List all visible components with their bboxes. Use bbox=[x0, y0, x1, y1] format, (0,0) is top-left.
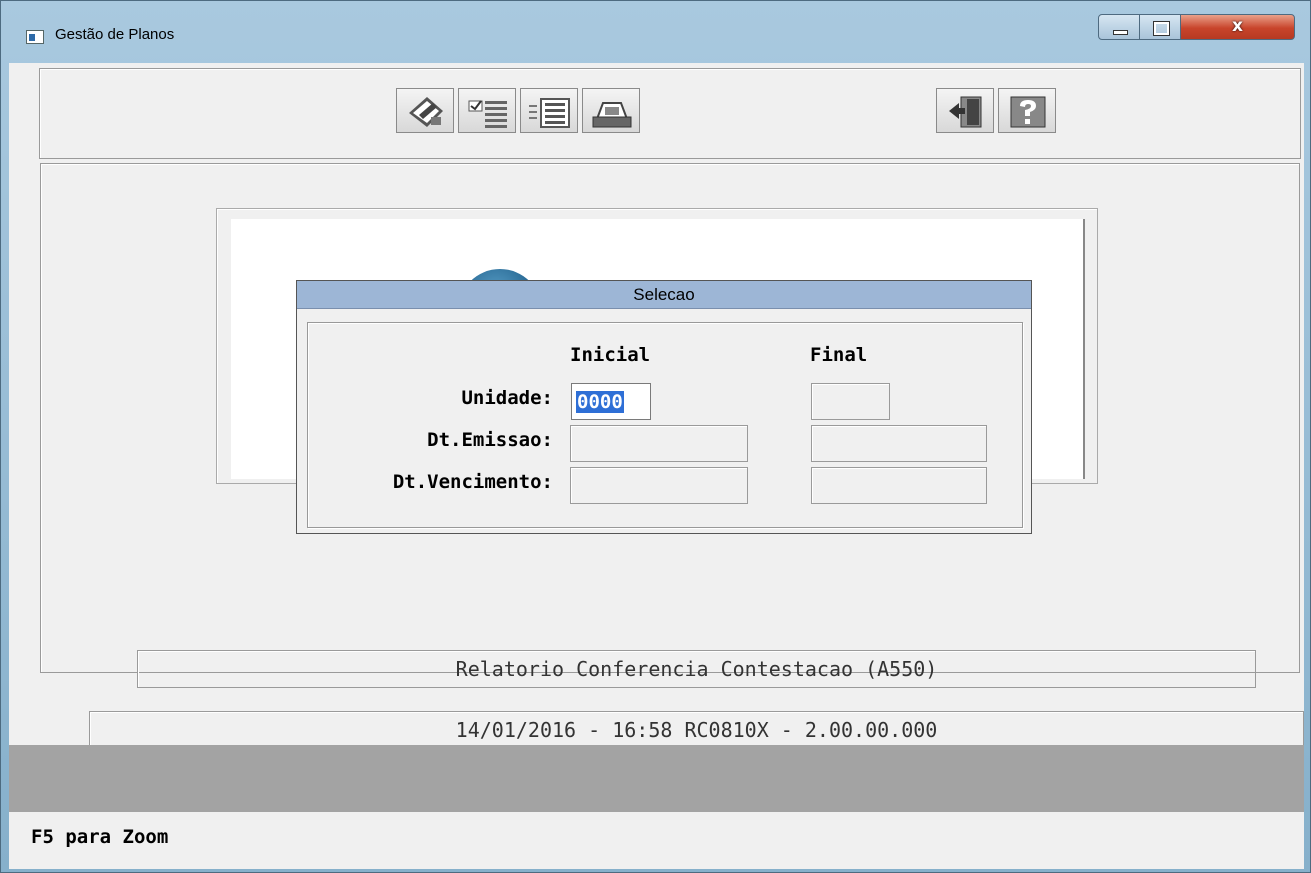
help-button[interactable] bbox=[998, 88, 1056, 133]
selection-dialog: Selecao Inicial Final Unidade: 0000 Dt.E… bbox=[296, 280, 1032, 534]
app-icon[interactable] bbox=[26, 30, 44, 44]
dt-emissao-final-input[interactable] bbox=[811, 425, 987, 462]
checklist-icon bbox=[468, 100, 507, 128]
exit-door-icon bbox=[949, 96, 982, 128]
unidade-final-input[interactable] bbox=[811, 383, 890, 420]
list-icon bbox=[529, 98, 570, 128]
status-hint: F5 para Zoom bbox=[31, 826, 169, 848]
dt-emissao-inicial-input[interactable] bbox=[570, 425, 748, 462]
dt-vencimento-label: Dt.Vencimento: bbox=[392, 471, 553, 493]
close-icon: x bbox=[1232, 16, 1243, 36]
app-window: Gestão de Planos x Relatorio Conferencia… bbox=[0, 0, 1311, 873]
minimize-button[interactable] bbox=[1098, 14, 1140, 40]
unidade-inicial-value: 0000 bbox=[576, 391, 624, 413]
parameters-button[interactable] bbox=[458, 88, 516, 133]
program-info: 14/01/2016 - 16:58 RC0810X - 2.00.00.000 bbox=[89, 711, 1304, 749]
pencil-icon bbox=[409, 97, 443, 127]
toolbar bbox=[39, 68, 1301, 159]
dt-emissao-label: Dt.Emissao: bbox=[427, 429, 553, 451]
layout-button[interactable] bbox=[520, 88, 578, 133]
column-header-inicial: Inicial bbox=[570, 344, 651, 366]
maximize-button[interactable] bbox=[1139, 14, 1181, 40]
dialog-title: Selecao bbox=[297, 281, 1031, 309]
dt-vencimento-inicial-input[interactable] bbox=[570, 467, 748, 504]
title-bar[interactable]: Gestão de Planos x bbox=[1, 1, 1311, 63]
dt-vencimento-final-input[interactable] bbox=[811, 467, 987, 504]
dialog-body: Inicial Final Unidade: 0000 Dt.Emissao: … bbox=[307, 322, 1023, 528]
window-controls: x bbox=[1098, 14, 1295, 41]
printer-icon bbox=[592, 102, 632, 128]
window-title: Gestão de Planos bbox=[55, 26, 175, 43]
unidade-inicial-input[interactable]: 0000 bbox=[571, 383, 651, 420]
print-button[interactable] bbox=[582, 88, 640, 133]
help-icon bbox=[1010, 96, 1046, 128]
status-bar bbox=[9, 745, 1304, 812]
report-title: Relatorio Conferencia Contestacao (A550) bbox=[137, 650, 1256, 688]
column-header-final: Final bbox=[810, 344, 868, 366]
close-button[interactable]: x bbox=[1180, 14, 1295, 40]
unidade-label: Unidade: bbox=[461, 387, 553, 409]
edit-button[interactable] bbox=[396, 88, 454, 133]
exit-button[interactable] bbox=[936, 88, 994, 133]
